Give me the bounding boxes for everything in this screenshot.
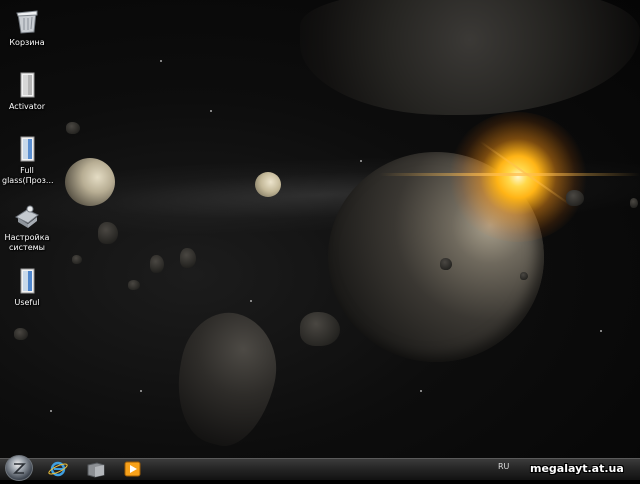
star (600, 330, 602, 332)
sun-glow (448, 112, 588, 242)
star (160, 60, 162, 62)
start-orb-icon (13, 463, 26, 474)
taskbar-explorer[interactable] (84, 460, 108, 478)
asteroid-small (66, 122, 80, 134)
start-button[interactable] (5, 455, 33, 481)
star (140, 390, 142, 392)
asteroid-small (440, 258, 452, 270)
settings-icon (14, 205, 39, 228)
star (420, 390, 422, 392)
folder-icon (20, 136, 35, 162)
taskbar-media-player[interactable] (121, 460, 145, 478)
star (210, 110, 212, 112)
media-player-icon (124, 461, 141, 477)
star (360, 160, 362, 162)
planet-middle (255, 172, 281, 197)
star (250, 300, 252, 302)
desktop-icon-label: Full glass(Проз... (2, 166, 54, 185)
desktop-icon-recycle-bin[interactable]: Корзина (2, 6, 52, 48)
desktop-icon-label: Activator (8, 102, 46, 111)
asteroid-small (150, 255, 164, 273)
asteroid-small (180, 248, 196, 268)
asteroid-small (300, 312, 340, 346)
planet-left (65, 158, 115, 206)
asteroid-small (72, 255, 82, 264)
desktop-icon-activator[interactable]: Activator (2, 70, 52, 112)
asteroid-top (300, 0, 640, 115)
folder-icon (20, 268, 35, 294)
desktop-icon-label: Настройка системы (4, 233, 50, 252)
taskbar-internet-explorer[interactable] (46, 460, 70, 478)
asteroid-small (128, 280, 140, 290)
explorer-folder-icon (87, 462, 105, 478)
asteroid-small (566, 190, 584, 206)
language-indicator[interactable]: RU (498, 462, 509, 471)
asteroid-small (98, 222, 118, 244)
asteroid-large (163, 303, 289, 455)
sun-flare-horizontal (380, 173, 640, 176)
watermark-text: megalayt.at.ua (530, 462, 624, 475)
recycle-bin-icon (16, 10, 38, 34)
desktop-wallpaper (0, 0, 640, 458)
star (50, 410, 52, 412)
folder-icon (20, 72, 35, 98)
asteroid-small (630, 198, 638, 208)
asteroid-small (14, 328, 28, 340)
asteroid-small (520, 272, 528, 280)
desktop-icon-system-settings[interactable]: Настройка системы (2, 201, 52, 253)
desktop-icon-label: Useful (14, 298, 40, 307)
desktop-icon-full-glass[interactable]: Full glass(Проз... (2, 134, 54, 186)
desktop-icon-useful[interactable]: Useful (2, 266, 52, 308)
internet-explorer-icon (48, 461, 68, 477)
desktop-icon-label: Корзина (9, 38, 45, 47)
